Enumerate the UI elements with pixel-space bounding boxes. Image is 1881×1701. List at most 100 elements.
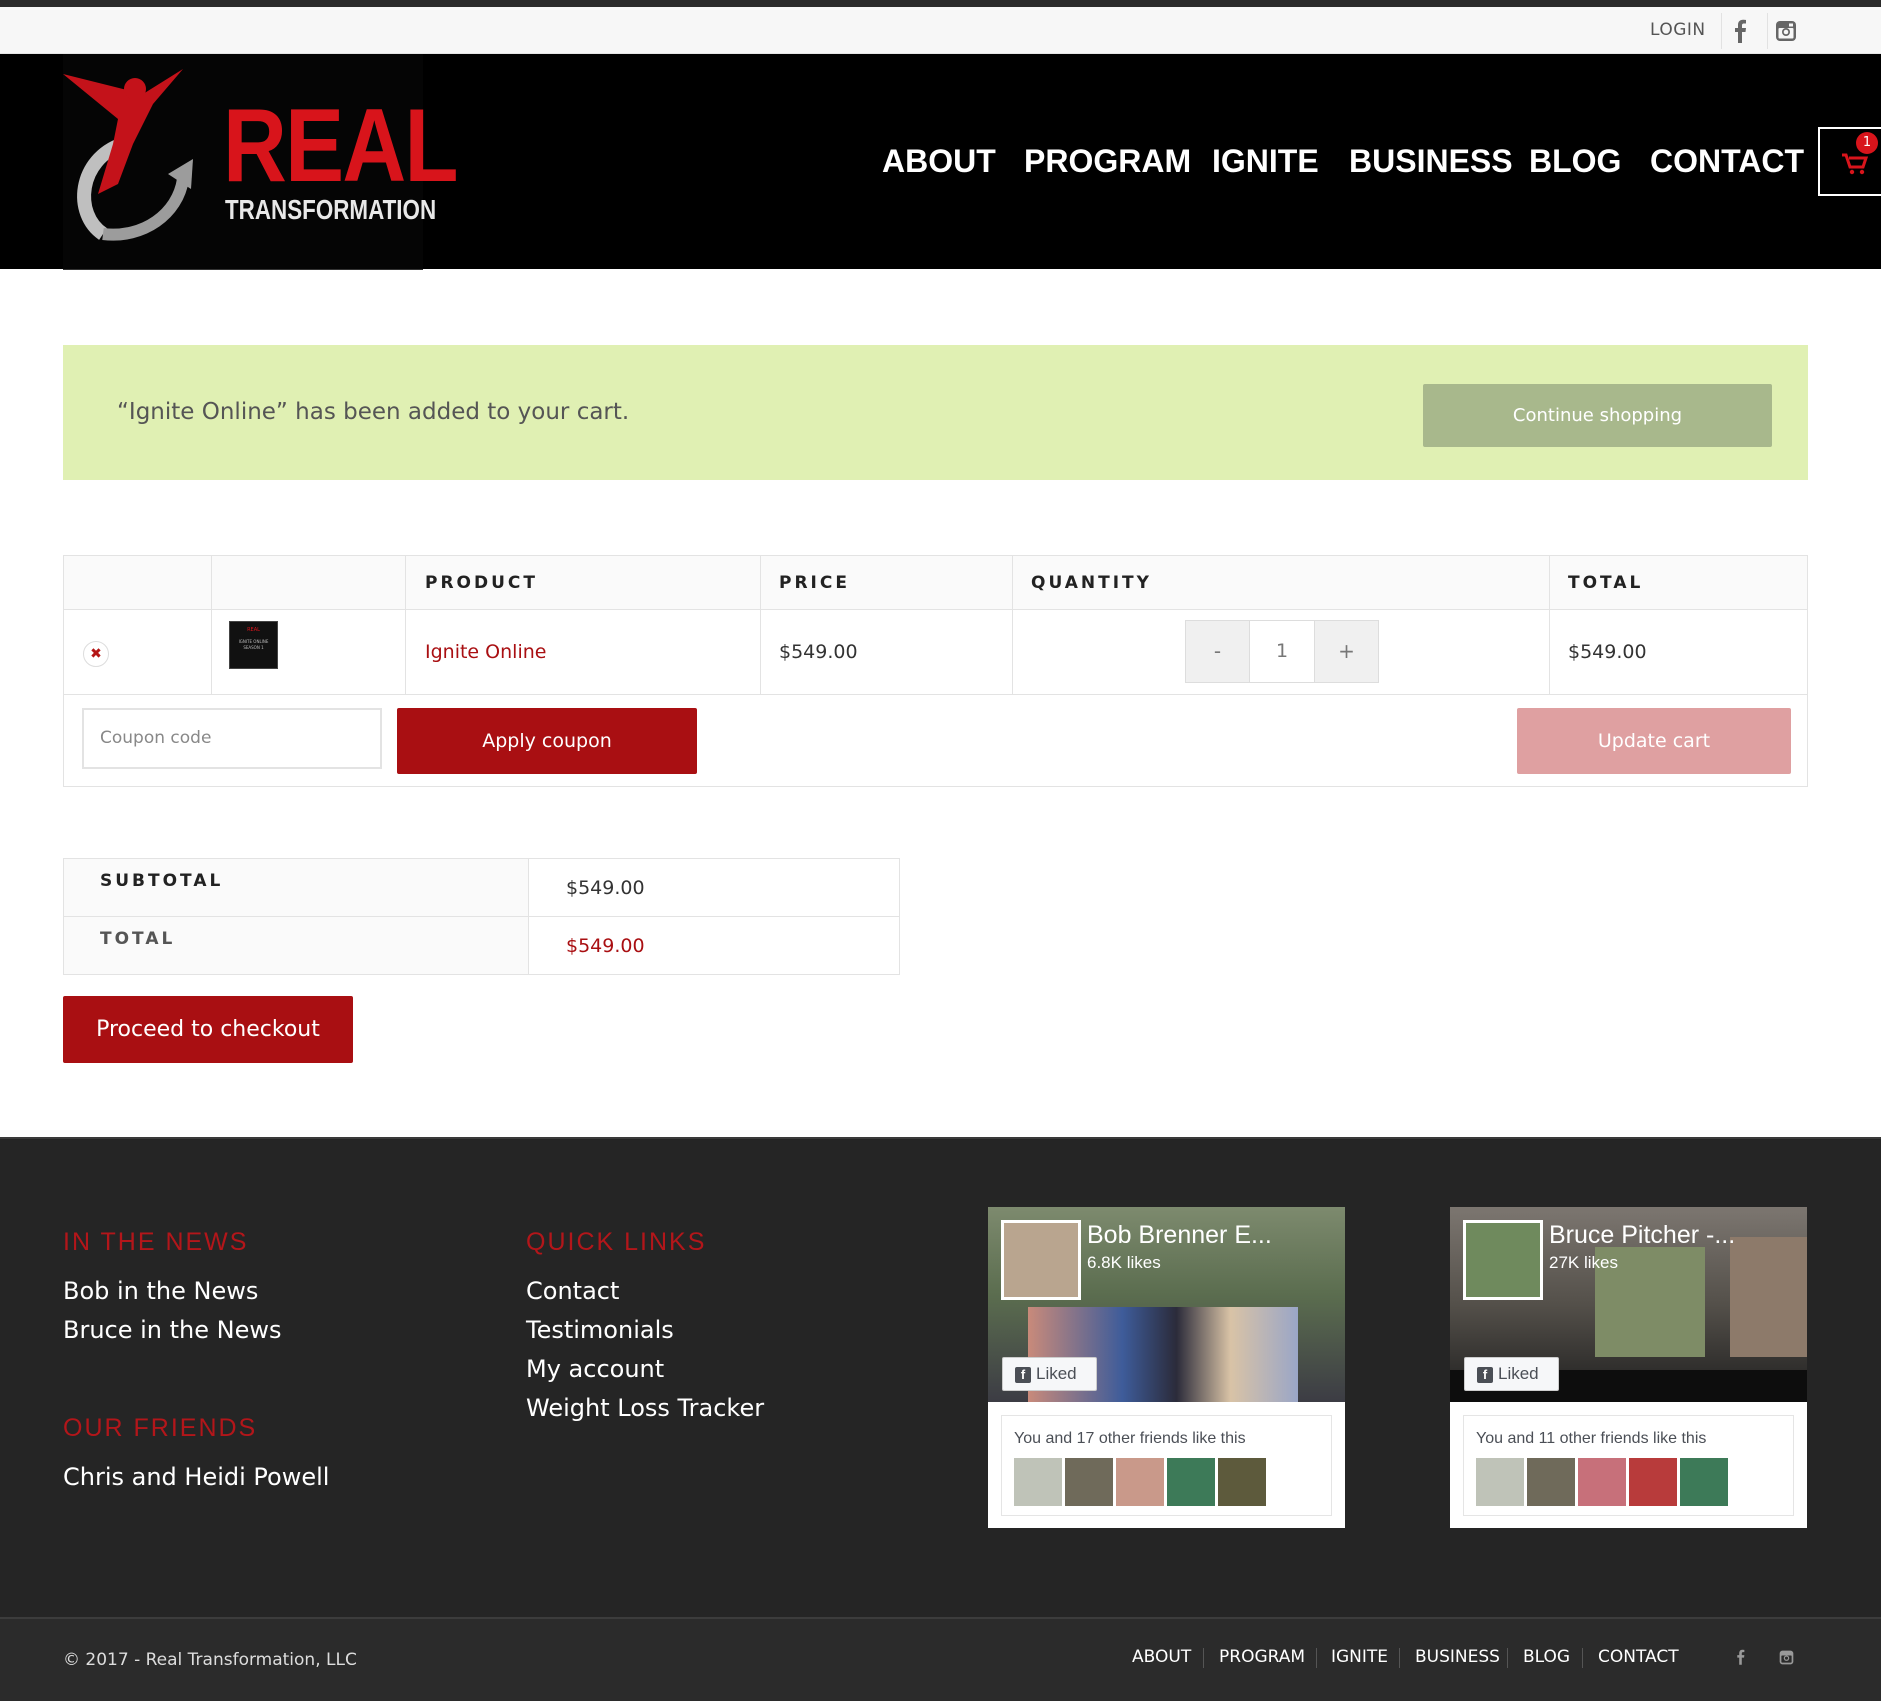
fb-page-likes: 27K likes bbox=[1549, 1253, 1618, 1272]
remove-item-button[interactable]: ✖ bbox=[83, 641, 109, 667]
fb-logo-icon: f bbox=[1015, 1367, 1031, 1383]
row-divider bbox=[64, 694, 1807, 695]
footer-link-bob-news[interactable]: Bob in the News bbox=[63, 1277, 258, 1305]
copyright-text: © 2017 - Real Transformation, LLC bbox=[63, 1650, 357, 1670]
item-price: $549.00 bbox=[779, 641, 858, 663]
nav-ignite[interactable]: IGNITE bbox=[1212, 143, 1319, 183]
cart-table-header bbox=[64, 556, 1807, 610]
logo-figure-icon bbox=[63, 69, 193, 241]
quantity-increase-button[interactable]: + bbox=[1314, 621, 1378, 682]
header-quantity: QUANTITY bbox=[1031, 573, 1152, 593]
cart-count-badge: 1 bbox=[1856, 132, 1878, 154]
subtotal-value: $549.00 bbox=[566, 877, 645, 899]
fb-page-avatar[interactable] bbox=[1463, 1220, 1543, 1300]
fb-friends-panel: You and 11 other friends like this bbox=[1463, 1415, 1794, 1516]
footer-nav-business[interactable]: BUSINESS bbox=[1415, 1647, 1500, 1667]
total-value: $549.00 bbox=[566, 935, 645, 957]
fb-page-name[interactable]: Bob Brenner E... bbox=[1087, 1221, 1272, 1250]
update-cart-button[interactable]: Update cart bbox=[1517, 708, 1791, 774]
friend-avatar[interactable] bbox=[1629, 1458, 1677, 1506]
product-link[interactable]: Ignite Online bbox=[425, 641, 546, 663]
nav-blog[interactable]: BLOG bbox=[1529, 143, 1621, 183]
header-product: PRODUCT bbox=[425, 573, 538, 593]
friend-avatar[interactable] bbox=[1527, 1458, 1575, 1506]
footer-link-contact[interactable]: Contact bbox=[526, 1277, 619, 1305]
facebook-page-widget: Bruce Pitcher -... 27K likes f Liked You … bbox=[1450, 1207, 1807, 1528]
fb-friends-text: You and 11 other friends like this bbox=[1476, 1430, 1707, 1447]
quantity-stepper: - 1 + bbox=[1185, 620, 1379, 683]
friend-avatar[interactable] bbox=[1014, 1458, 1062, 1506]
nav-about[interactable]: ABOUT bbox=[882, 143, 996, 183]
footer-link-bruce-news[interactable]: Bruce in the News bbox=[63, 1316, 282, 1344]
footer-link-weight-tracker[interactable]: Weight Loss Tracker bbox=[526, 1394, 764, 1422]
footer-nav-separator bbox=[1316, 1648, 1317, 1668]
footer-link-powell[interactable]: Chris and Heidi Powell bbox=[63, 1463, 329, 1491]
friend-avatar[interactable] bbox=[1476, 1458, 1524, 1506]
instagram-icon[interactable] bbox=[1767, 13, 1803, 49]
thumb-subtitle: SEASON 1 bbox=[243, 645, 264, 650]
apply-coupon-button[interactable]: Apply coupon bbox=[397, 708, 697, 774]
column-divider bbox=[405, 556, 406, 694]
column-divider bbox=[211, 556, 212, 694]
column-divider bbox=[1012, 556, 1013, 694]
footer-nav-blog[interactable]: BLOG bbox=[1523, 1647, 1570, 1667]
footer-heading-quick-links: QUICK LINKS bbox=[526, 1228, 707, 1256]
thumb-title: IGNITE ONLINE bbox=[238, 639, 269, 644]
friend-avatar[interactable] bbox=[1578, 1458, 1626, 1506]
footer-heading-friends: OUR FRIENDS bbox=[63, 1414, 258, 1442]
friend-avatar[interactable] bbox=[1218, 1458, 1266, 1506]
notice-message: “Ignite Online” has been added to your c… bbox=[117, 399, 630, 425]
friend-avatar[interactable] bbox=[1116, 1458, 1164, 1506]
facebook-icon[interactable] bbox=[1721, 13, 1757, 49]
proceed-to-checkout-button[interactable]: Proceed to checkout bbox=[63, 996, 353, 1063]
footer-nav-ignite[interactable]: IGNITE bbox=[1331, 1647, 1388, 1667]
header-total: TOTAL bbox=[1568, 573, 1644, 593]
fb-liked-label: Liked bbox=[1036, 1364, 1077, 1383]
quantity-decrease-button[interactable]: - bbox=[1186, 621, 1250, 682]
product-thumbnail[interactable]: REAL IGNITE ONLINE SEASON 1 bbox=[229, 621, 278, 669]
fb-page-likes: 6.8K likes bbox=[1087, 1253, 1161, 1272]
footer-heading-news: IN THE NEWS bbox=[63, 1228, 249, 1256]
column-divider bbox=[1549, 556, 1550, 694]
footer-nav-separator bbox=[1582, 1648, 1583, 1668]
thumb-logo-text: REAL bbox=[247, 627, 260, 633]
fb-friends-text: You and 17 other friends like this bbox=[1014, 1430, 1246, 1447]
fb-liked-button[interactable]: f Liked bbox=[1002, 1357, 1097, 1391]
login-link[interactable]: LOGIN bbox=[1650, 20, 1706, 40]
fb-page-avatar[interactable] bbox=[1001, 1220, 1081, 1300]
fb-page-name[interactable]: Bruce Pitcher -... bbox=[1549, 1221, 1735, 1250]
nav-program[interactable]: PROGRAM bbox=[1024, 143, 1191, 183]
footer-nav-program[interactable]: PROGRAM bbox=[1219, 1647, 1305, 1667]
friend-avatar[interactable] bbox=[1065, 1458, 1113, 1506]
footer-nav-separator bbox=[1203, 1648, 1204, 1668]
footer-link-my-account[interactable]: My account bbox=[526, 1355, 664, 1383]
facebook-page-widget: Bob Brenner E... 6.8K likes f Liked You a… bbox=[988, 1207, 1345, 1528]
nav-contact[interactable]: CONTACT bbox=[1650, 143, 1804, 183]
continue-shopping-button[interactable]: Continue shopping bbox=[1423, 384, 1772, 447]
top-border bbox=[0, 0, 1881, 7]
footer-facebook-icon[interactable] bbox=[1727, 1644, 1753, 1670]
cart-icon bbox=[1842, 153, 1868, 175]
fb-cover-photo[interactable]: Bob Brenner E... 6.8K likes f Liked bbox=[988, 1207, 1345, 1402]
item-total: $549.00 bbox=[1568, 641, 1647, 663]
footer-instagram-icon[interactable] bbox=[1773, 1644, 1799, 1670]
footer-nav-about[interactable]: ABOUT bbox=[1132, 1647, 1191, 1667]
column-divider bbox=[760, 556, 761, 694]
total-label: TOTAL bbox=[100, 929, 176, 949]
subtotal-label: SUBTOTAL bbox=[100, 871, 224, 891]
logo-word-real: REAL bbox=[223, 88, 459, 204]
fb-liked-button[interactable]: f Liked bbox=[1464, 1357, 1559, 1391]
site-logo[interactable]: REAL TRANSFORMATION bbox=[63, 54, 459, 270]
quantity-input[interactable]: 1 bbox=[1250, 621, 1314, 682]
fb-friends-panel: You and 17 other friends like this bbox=[1001, 1415, 1332, 1516]
header-price: PRICE bbox=[779, 573, 850, 593]
top-bar: LOGIN bbox=[0, 7, 1881, 54]
cart-notice: “Ignite Online” has been added to your c… bbox=[63, 345, 1808, 480]
friend-avatar[interactable] bbox=[1680, 1458, 1728, 1506]
footer-nav-contact[interactable]: CONTACT bbox=[1598, 1647, 1679, 1667]
coupon-code-input[interactable]: Coupon code bbox=[82, 708, 382, 769]
footer-link-testimonials[interactable]: Testimonials bbox=[526, 1316, 674, 1344]
fb-cover-photo[interactable]: Bruce Pitcher -... 27K likes f Liked bbox=[1450, 1207, 1807, 1402]
friend-avatar[interactable] bbox=[1167, 1458, 1215, 1506]
nav-business[interactable]: BUSINESS bbox=[1349, 143, 1513, 183]
